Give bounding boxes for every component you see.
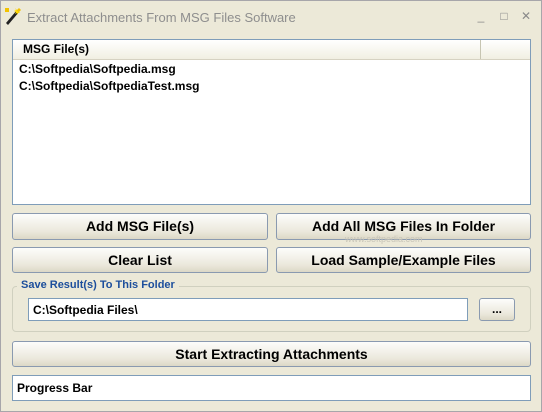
window-title: Extract Attachments From MSG Files Softw… [27,10,296,25]
add-msg-files-button[interactable]: Add MSG File(s) [12,213,268,240]
clear-list-label: Clear List [108,252,172,268]
app-window: Extract Attachments From MSG Files Softw… [0,0,542,412]
progress-bar-label: Progress Bar [17,381,93,395]
add-msg-files-label: Add MSG File(s) [85,218,195,234]
browse-button[interactable]: ... [479,298,515,321]
list-item[interactable]: C:\Softpedia\SoftpediaTest.msg [19,79,199,93]
list-header: MSG File(s) [13,40,530,60]
wand-icon [4,7,22,25]
title-bar[interactable]: Extract Attachments From MSG Files Softw… [1,1,541,34]
maximize-button[interactable]: □ [495,7,513,25]
watermark: www.softpedia.com [345,234,423,244]
load-samples-button[interactable]: Load Sample/Example Files [276,247,531,273]
start-extracting-button[interactable]: Start Extracting Attachments [12,341,531,367]
start-extracting-label: Start Extracting Attachments [175,346,368,362]
msg-file-list[interactable]: MSG File(s) C:\Softpedia\Softpedia.msg C… [12,39,531,205]
clear-list-button[interactable]: Clear List [12,247,268,273]
list-item[interactable]: C:\Softpedia\Softpedia.msg [19,62,176,76]
column-header-filler [482,40,530,59]
minimize-button[interactable]: _ [472,7,490,25]
output-folder-label: Save Result(s) To This Folder [17,279,179,291]
load-samples-label: Load Sample/Example Files [311,252,496,268]
column-header-msg-files[interactable]: MSG File(s) [13,40,481,59]
progress-bar: Progress Bar [12,375,531,401]
close-button[interactable]: ✕ [517,7,535,25]
output-folder-input[interactable] [28,298,468,321]
